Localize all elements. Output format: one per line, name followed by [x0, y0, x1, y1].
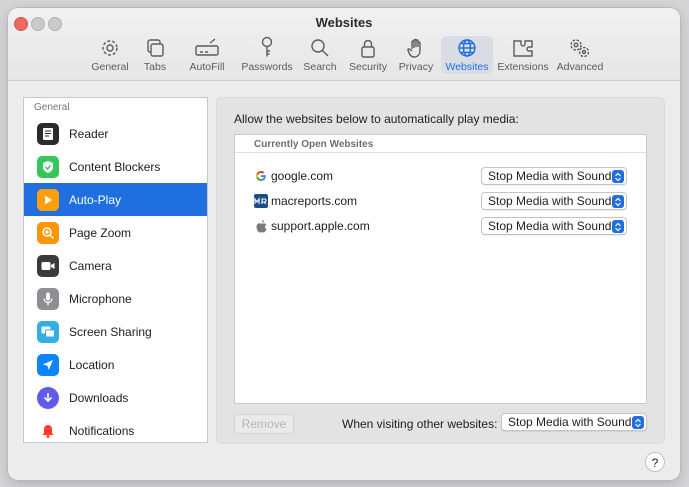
zoom-icon [37, 221, 59, 244]
sidebar-item-location[interactable]: Location [24, 348, 207, 381]
chevron-updown-icon [612, 195, 624, 208]
hand-icon [407, 36, 425, 58]
shield-check-icon [37, 155, 59, 178]
list-item[interactable]: google.com Stop Media with Sound [235, 164, 646, 188]
autofill-icon [195, 36, 219, 58]
sidebar-item-downloads[interactable]: Downloads [24, 381, 207, 414]
key-icon [259, 36, 275, 58]
autoplay-settings-panel: Allow the websites below to automaticall… [216, 97, 665, 444]
gear-icon [100, 36, 120, 58]
help-button[interactable]: ? [645, 452, 665, 472]
mr-icon [254, 194, 268, 208]
site-name: support.apple.com [271, 219, 370, 233]
sidebar-item-label: Screen Sharing [69, 324, 152, 339]
sidebar-item-microphone[interactable]: Microphone [24, 282, 207, 315]
play-icon [37, 188, 59, 211]
site-autoplay-select[interactable]: Stop Media with Sound [481, 192, 627, 210]
tab-security[interactable]: Security [347, 36, 389, 74]
puzzle-icon [512, 36, 534, 58]
globe-icon [457, 36, 477, 58]
site-autoplay-select[interactable]: Stop Media with Sound [481, 217, 627, 235]
camera-icon [37, 254, 59, 277]
window-title: Websites [315, 15, 373, 30]
tab-websites[interactable]: Websites [441, 36, 493, 74]
sidebar-item-label: Microphone [69, 291, 132, 306]
sidebar-item-label: Content Blockers [69, 159, 161, 174]
site-autoplay-select[interactable]: Stop Media with Sound [481, 167, 627, 185]
list-item[interactable]: support.apple.com Stop Media with Sound [235, 214, 646, 238]
other-websites-select[interactable]: Stop Media with Sound [501, 413, 647, 431]
google-icon [254, 169, 268, 183]
apple-icon [254, 219, 268, 233]
tab-extensions[interactable]: Extensions [497, 36, 549, 74]
tab-passwords[interactable]: Passwords [241, 36, 293, 74]
bell-icon [37, 419, 59, 442]
chevron-updown-icon [612, 220, 624, 233]
sidebar-item-reader[interactable]: Reader [24, 117, 207, 150]
tabs-icon [145, 36, 165, 58]
tab-tabs[interactable]: Tabs [137, 36, 173, 74]
sidebar-section-header: General [34, 102, 70, 113]
site-name: macreports.com [271, 194, 358, 208]
chevron-updown-icon [632, 416, 644, 429]
gears-icon [568, 36, 592, 58]
tab-autofill[interactable]: AutoFill [187, 36, 227, 74]
other-websites-label: When visiting other websites: [342, 417, 498, 431]
sidebar-item-camera[interactable]: Camera [24, 249, 207, 282]
websites-list: Currently Open Websites google.com Stop … [234, 134, 647, 404]
chevron-updown-icon [612, 170, 624, 183]
sidebar-item-page-zoom[interactable]: Page Zoom [24, 216, 207, 249]
sidebar-item-label: Camera [69, 258, 112, 273]
sidebar-item-label: Reader [69, 126, 109, 141]
sidebar-item-label: Location [69, 357, 115, 372]
reader-icon [37, 122, 59, 145]
titlebar: Websites General Tabs AutoFill Passwords… [8, 8, 680, 81]
search-icon [310, 36, 330, 58]
sidebar-item-content-blockers[interactable]: Content Blockers [24, 150, 207, 183]
preferences-window: Websites General Tabs AutoFill Passwords… [8, 8, 680, 480]
lock-icon [360, 36, 376, 58]
site-name: google.com [271, 169, 334, 183]
sidebar-item-label: Downloads [69, 390, 129, 405]
remove-button[interactable]: Remove [234, 414, 294, 434]
sidebar-item-label: Auto-Play [69, 192, 122, 207]
screen-sharing-icon [37, 320, 59, 343]
tab-privacy[interactable]: Privacy [397, 36, 435, 74]
sidebar: General Reader Content Blockers Auto-Pla… [23, 97, 208, 443]
microphone-icon [37, 287, 59, 310]
location-icon [37, 353, 59, 376]
download-icon [37, 386, 59, 409]
tab-general[interactable]: General [90, 36, 130, 74]
sidebar-item-screen-sharing[interactable]: Screen Sharing [24, 315, 207, 348]
list-item[interactable]: macreports.com Stop Media with Sound [235, 189, 646, 213]
sidebar-item-label: Page Zoom [69, 225, 132, 240]
sidebar-item-notifications[interactable]: Notifications [24, 414, 207, 442]
tab-advanced[interactable]: Advanced [557, 36, 603, 74]
sidebar-item-label: Notifications [69, 423, 135, 438]
list-header: Currently Open Websites [235, 135, 646, 153]
panel-heading: Allow the websites below to automaticall… [234, 112, 519, 126]
sidebar-item-auto-play[interactable]: Auto-Play [24, 183, 207, 216]
tab-search[interactable]: Search [302, 36, 338, 74]
